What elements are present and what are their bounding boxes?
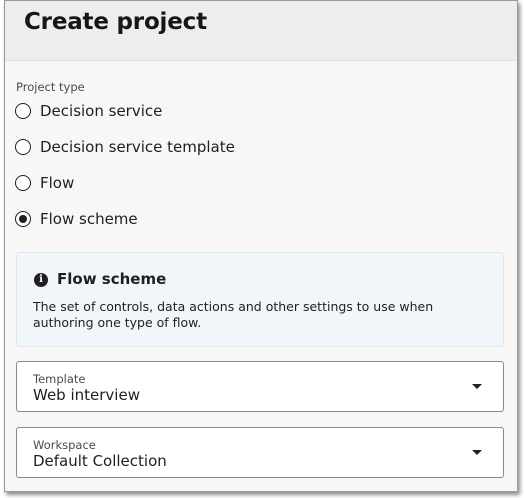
radio-button[interactable] (15, 103, 31, 119)
project-type-label: Project type (16, 80, 85, 94)
radio-flow-scheme[interactable]: Flow scheme (15, 207, 138, 231)
dialog-title: Create project (24, 9, 207, 35)
dialog-header: Create project (5, 1, 517, 61)
info-body: The set of controls, data actions and ot… (33, 299, 434, 330)
radio-label: Decision service template (40, 138, 235, 156)
chevron-down-icon[interactable] (472, 384, 482, 389)
radio-label: Decision service (40, 102, 163, 120)
info-title: Flow scheme (57, 270, 167, 288)
template-label: Template (33, 372, 86, 386)
radio-decision-service[interactable]: Decision service (15, 99, 162, 123)
radio-button[interactable] (15, 139, 31, 155)
workspace-label: Workspace (33, 438, 96, 452)
radio-button-selected[interactable] (15, 211, 31, 227)
radio-label: Flow scheme (40, 210, 138, 228)
info-icon: i (34, 273, 48, 287)
template-value: Web interview (33, 386, 140, 404)
template-select[interactable]: Template Web interview (16, 361, 504, 412)
radio-decision-service-template[interactable]: Decision service template (15, 135, 235, 159)
info-panel: i Flow scheme The set of controls, data … (16, 252, 504, 347)
chevron-down-icon[interactable] (472, 450, 482, 455)
workspace-value: Default Collection (33, 452, 167, 470)
radio-button[interactable] (15, 175, 31, 191)
radio-flow[interactable]: Flow (15, 171, 74, 195)
radio-label: Flow (40, 174, 75, 192)
workspace-select[interactable]: Workspace Default Collection (16, 427, 504, 478)
radio-selected-dot (19, 215, 27, 223)
create-project-dialog: Create project Project type Decision ser… (4, 0, 518, 492)
